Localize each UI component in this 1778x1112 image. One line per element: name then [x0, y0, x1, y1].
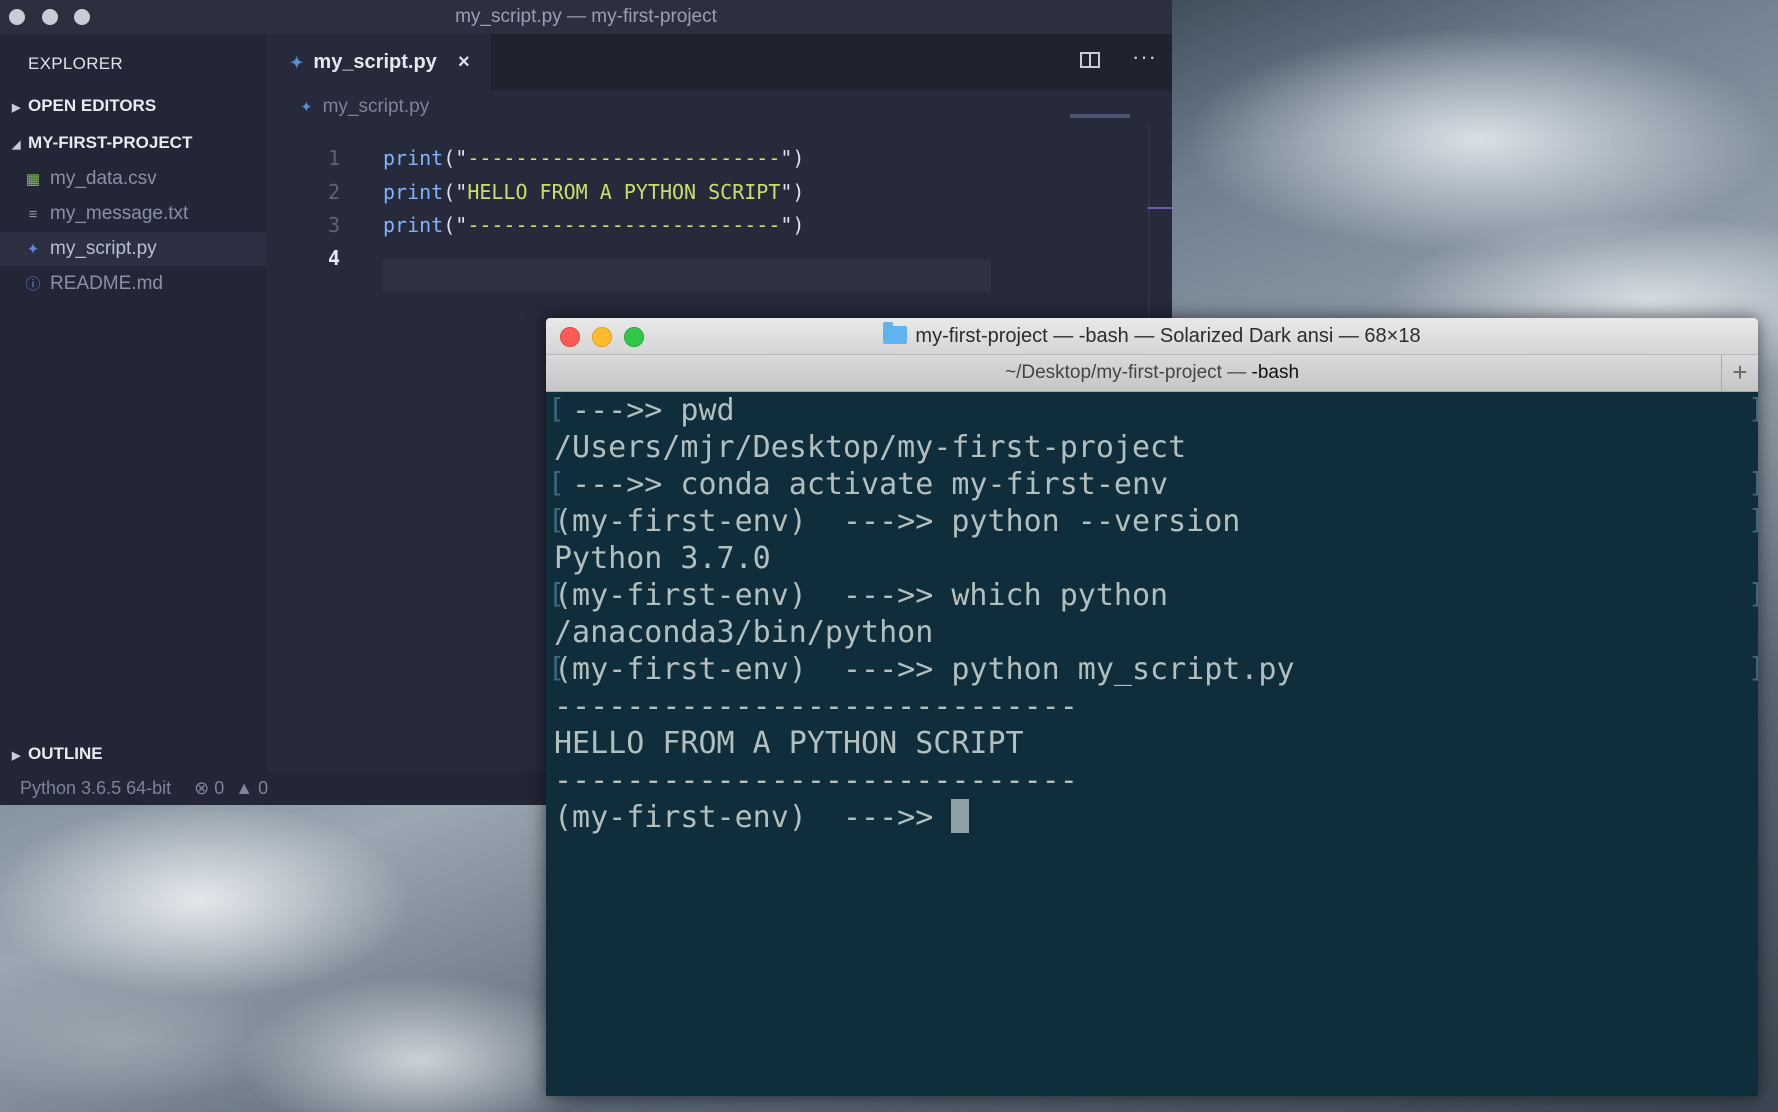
outline-section[interactable]: ▶ OUTLINE [12, 744, 103, 764]
window-title: my_script.py — my-first-project [455, 6, 717, 27]
python-interpreter[interactable]: Python 3.6.5 64-bit [20, 778, 171, 798]
code-keyword: print [383, 180, 444, 204]
mark-bracket: ] [1748, 503, 1758, 536]
mark-bracket: ] [1748, 577, 1758, 610]
maximize-window-button[interactable] [624, 327, 644, 347]
maximize-window-button[interactable] [74, 9, 90, 25]
chevron-down-icon: ◢ [12, 139, 21, 151]
text-cursor [951, 799, 970, 833]
python-icon: ✦ [300, 99, 313, 116]
breadcrumb-file: my_script.py [322, 96, 430, 117]
vscode-titlebar: my_script.py — my-first-project [0, 0, 1172, 34]
terminal-line: HELLO FROM A PYTHON SCRIPT [554, 726, 1024, 761]
code-paren: (" [443, 146, 468, 170]
terminal-line: ----------------------------- [554, 689, 1078, 724]
code-paren: ") [780, 146, 805, 170]
minimize-window-button[interactable] [592, 327, 612, 347]
chevron-right-icon: ▶ [12, 102, 21, 114]
terminal-line: --->> conda activate my-first-env [554, 467, 1169, 502]
file-item-my-script-py[interactable]: ✦ my_script.py [0, 232, 266, 266]
code-paren: (" [443, 180, 468, 204]
tab-my-script-py[interactable]: ✦ my_script.py × [266, 34, 491, 90]
terminal-output[interactable]: [] --->> pwd /Users/mjr/Desktop/my-first… [546, 392, 1758, 1096]
terminal-line: /anaconda3/bin/python [554, 615, 934, 650]
tab-label: my_script.py [313, 51, 437, 73]
close-window-button[interactable] [9, 9, 25, 25]
line-number: 2 [327, 180, 340, 204]
file-item-readme-md[interactable]: ⓘ README.md [0, 267, 266, 301]
python-icon: ✦ [290, 55, 304, 72]
line-number: 1 [327, 146, 340, 170]
folder-icon [883, 322, 908, 344]
close-tab-icon[interactable]: × [458, 34, 470, 90]
terminal-line: (my-first-env) --->> python --version [554, 504, 1241, 539]
chevron-right-icon: ▶ [12, 750, 21, 762]
terminal-line: (my-first-env) --->> python my_script.py [554, 652, 1295, 687]
code-string: -------------------------- [467, 213, 781, 237]
code-paren: ") [780, 213, 805, 237]
terminal-window: my-first-project — -bash — Solarized Dar… [546, 318, 1758, 1096]
warning-icon[interactable]: ▲ [235, 778, 253, 798]
editor-tabbar: ✦ my_script.py × ··· [266, 34, 1172, 90]
code-keyword: print [383, 213, 444, 237]
error-count: 0 [214, 778, 225, 798]
mark-bracket: ] [1748, 651, 1758, 684]
open-editors-section[interactable]: ▶ OPEN EDITORS [12, 96, 156, 116]
file-item-my-message-txt[interactable]: ≡ my_message.txt [0, 197, 266, 231]
terminal-line: ----------------------------- [554, 763, 1078, 798]
terminal-prompt-line: (my-first-env) --->> [554, 799, 970, 836]
more-actions-icon[interactable]: ··· [1132, 44, 1157, 70]
project-label: MY-FIRST-PROJECT [28, 133, 193, 152]
terminal-title: my-first-project — -bash — Solarized Dar… [915, 325, 1421, 347]
table-icon: ▦ [25, 171, 41, 188]
explorer-header: EXPLORER [28, 54, 123, 73]
open-editors-label: OPEN EDITORS [28, 96, 157, 115]
warning-count: 0 [258, 778, 269, 798]
mark-bracket: ] [1748, 466, 1758, 499]
breadcrumb[interactable]: ✦ my_script.py [300, 96, 429, 118]
text-lines-icon: ≡ [28, 206, 38, 223]
code-string: -------------------------- [467, 146, 781, 170]
code-paren: (" [443, 213, 468, 237]
terminal-titlebar: my-first-project — -bash — Solarized Dar… [546, 318, 1758, 354]
outline-label: OUTLINE [28, 744, 103, 763]
file-name: my_script.py [50, 238, 157, 259]
split-editor-icon[interactable] [1080, 52, 1100, 68]
code-paren: ") [780, 180, 805, 204]
file-name: README.md [50, 273, 163, 294]
terminal-tab[interactable]: ~/Desktop/my-first-project — -bash + [546, 354, 1758, 392]
current-line-highlight [383, 259, 991, 292]
terminal-line: Python 3.7.0 [554, 541, 771, 576]
code-keyword: print [383, 146, 444, 170]
file-name: my_message.txt [50, 203, 189, 224]
project-section[interactable]: ◢ MY-FIRST-PROJECT [12, 133, 192, 153]
file-name: my_data.csv [50, 168, 157, 189]
terminal-line: /Users/mjr/Desktop/my-first-project [554, 430, 1187, 465]
terminal-prompt: (my-first-env) --->> [554, 800, 952, 835]
scroll-marker [1148, 207, 1172, 209]
line-number: 4 [327, 246, 340, 270]
info-icon: ⓘ [25, 276, 41, 293]
close-window-button[interactable] [560, 327, 580, 347]
mark-bracket: ] [1748, 392, 1758, 425]
minimap[interactable] [1070, 114, 1130, 118]
terminal-line: --->> pwd [554, 393, 735, 428]
tab-process: -bash [1251, 362, 1300, 383]
tab-path: ~/Desktop/my-first-project — [1004, 362, 1252, 383]
line-number: 3 [327, 213, 340, 237]
code-string: HELLO FROM A PYTHON SCRIPT [467, 180, 781, 204]
minimize-window-button[interactable] [42, 9, 58, 25]
python-icon: ✦ [26, 241, 40, 258]
add-tab-icon[interactable]: + [1721, 355, 1758, 391]
terminal-line: (my-first-env) --->> which python [554, 578, 1169, 613]
error-icon[interactable]: ⊗ [194, 778, 209, 798]
explorer-sidebar: EXPLORER ▶ OPEN EDITORS ◢ MY-FIRST-PROJECT… [0, 34, 266, 772]
file-item-my-data-csv[interactable]: ▦ my_data.csv [0, 162, 266, 196]
